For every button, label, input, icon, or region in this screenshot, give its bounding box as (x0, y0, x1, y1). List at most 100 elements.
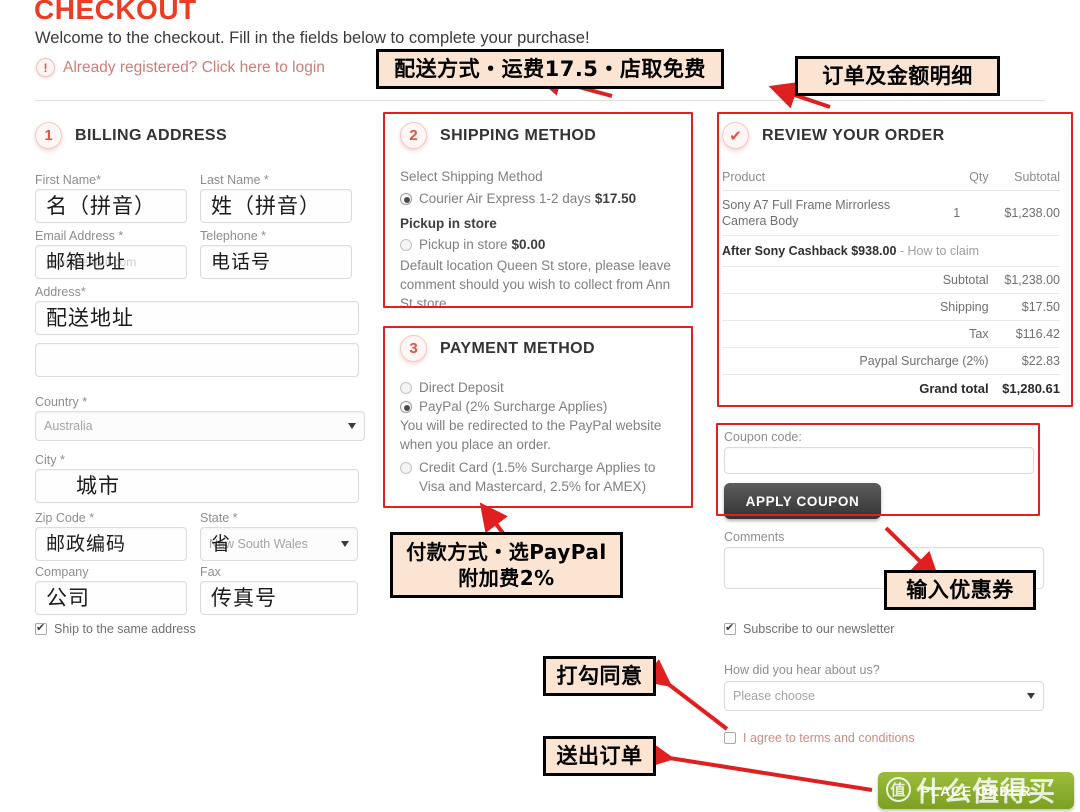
tax-value: $116.42 (988, 320, 1060, 348)
courier-radio[interactable] (400, 192, 412, 205)
billing-step-header: 1 BILLING ADDRESS (35, 122, 365, 149)
payment-option-credit-card[interactable]: Credit Card (1.5% Surcharge Applies to V… (400, 458, 680, 496)
zip-label: Zip Code * (35, 511, 95, 525)
annotation-order: 订单及金额明细 (795, 56, 1000, 96)
hear-about-section: How did you hear about us? Please choose (724, 663, 1044, 711)
last-name-input[interactable]: 姓（拼音） (200, 189, 352, 223)
hear-about-value: Please choose (733, 689, 816, 703)
cashback-link[interactable]: - How to claim (900, 244, 979, 258)
table-header-row: Product Qty Subtotal (722, 163, 1060, 191)
zip-input[interactable]: 邮政编码 (35, 527, 187, 561)
header-divider (35, 100, 1045, 101)
ship-same-address-checkbox[interactable] (35, 621, 47, 635)
total-row: Shipping $17.50 (722, 293, 1060, 321)
fax-label: Fax (200, 565, 221, 579)
country-label: Country * (35, 395, 88, 409)
terms-checkbox[interactable] (724, 732, 736, 744)
step-number-2: 2 (400, 122, 427, 149)
fax-input[interactable]: 传真号 (200, 581, 358, 615)
hear-about-select[interactable]: Please choose (724, 681, 1044, 711)
pickup-price: $0.00 (511, 237, 546, 252)
shipping-option-pickup[interactable]: Pickup in store $0.00 (400, 237, 678, 252)
telephone-value: 电话号 (211, 251, 272, 273)
col-qty: Qty (924, 163, 989, 191)
annotation-submit: 送出订单 (543, 736, 656, 776)
first-name-input[interactable]: 名（拼音） (35, 189, 187, 223)
site-watermark: 值 什么值得买 (886, 770, 1056, 809)
coupon-section: Coupon code: APPLY COUPON (724, 430, 1042, 519)
coupon-label: Coupon code: (724, 430, 802, 444)
chevron-down-icon (348, 423, 356, 429)
subtotal-label: Subtotal (722, 266, 989, 294)
annotation-coupon: 输入优惠券 (884, 570, 1036, 610)
telephone-input[interactable]: 电话号 (200, 245, 352, 279)
newsletter-label: Subscribe to our newsletter (743, 622, 895, 636)
coupon-input[interactable] (724, 447, 1034, 474)
checkout-page: CHECKOUT Welcome to the checkout. Fill i… (0, 0, 1080, 812)
payment-option-direct-deposit[interactable]: Direct Deposit (400, 380, 680, 395)
country-value: Australia (44, 419, 93, 433)
direct-deposit-label: Direct Deposit (419, 380, 504, 395)
total-row: Paypal Surcharge (2%) $22.83 (722, 347, 1060, 375)
item-product: Sony A7 Full Frame Mirrorless Camera Bod… (722, 190, 925, 236)
company-label: Company (35, 565, 89, 579)
login-prompt[interactable]: ! Already registered? Click here to logi… (36, 58, 325, 77)
welcome-text: Welcome to the checkout. Fill in the fie… (35, 29, 590, 47)
zip-value: 邮政编码 (46, 533, 127, 555)
courier-price: $17.50 (594, 191, 637, 206)
paypal-radio[interactable] (400, 400, 412, 413)
order-summary-table: Product Qty Subtotal Sony A7 Full Frame … (722, 163, 1060, 402)
annotation-agree: 打勾同意 (543, 656, 656, 696)
country-select[interactable]: Australia (35, 411, 365, 441)
grand-total-label: Grand total (919, 381, 989, 396)
address-label: Address* (35, 285, 86, 299)
shipping-title: SHIPPING METHOD (440, 126, 597, 144)
direct-deposit-radio[interactable] (400, 381, 412, 394)
review-order-section: ✔ REVIEW YOUR ORDER Product Qty Subtotal… (722, 122, 1060, 402)
terms-row[interactable]: I agree to terms and conditions (724, 731, 915, 745)
newsletter-checkbox[interactable] (724, 621, 736, 635)
exclamation-icon: ! (36, 58, 55, 77)
email-input[interactable]: your@email.com 邮箱地址 (35, 245, 187, 279)
surcharge-label: Paypal Surcharge (2%) (722, 347, 989, 375)
state-label: State * (200, 511, 238, 525)
company-input[interactable]: 公司 (35, 581, 187, 615)
last-name-label: Last Name * (200, 173, 269, 187)
page-title: CHECKOUT (34, 0, 197, 25)
payment-option-paypal[interactable]: PayPal (2% Surcharge Applies) (400, 399, 680, 414)
login-link[interactable]: Already registered? Click here to login (63, 59, 325, 77)
newsletter-row[interactable]: Subscribe to our newsletter (724, 621, 895, 636)
telephone-label: Telephone * (200, 229, 267, 243)
grand-total-value: $1,280.61 (1002, 381, 1060, 396)
courier-label: Courier Air Express 1-2 days (419, 191, 591, 206)
credit-card-label: Credit Card (1.5% Surcharge Applies to V… (419, 460, 656, 494)
shipping-option-courier[interactable]: Courier Air Express 1-2 days $17.50 (400, 191, 678, 206)
col-product: Product (722, 163, 925, 191)
surcharge-value: $22.83 (988, 347, 1060, 375)
credit-card-radio[interactable] (400, 462, 412, 474)
address-line2-input[interactable] (35, 343, 359, 377)
apply-coupon-button[interactable]: APPLY COUPON (724, 483, 881, 519)
cashback-amount: $938.00 (851, 244, 897, 258)
address-value: 配送地址 (46, 306, 134, 330)
review-title: REVIEW YOUR ORDER (762, 126, 945, 144)
billing-title: BILLING ADDRESS (75, 126, 228, 144)
email-label: Email Address * (35, 229, 124, 243)
pickup-heading: Pickup in store (400, 216, 497, 231)
first-name-label: First Name* (35, 173, 101, 187)
city-value: 城市 (76, 474, 120, 498)
comments-label: Comments (724, 530, 785, 544)
city-input[interactable]: 城市 (35, 469, 359, 503)
state-select[interactable]: New South Wales 省 (200, 527, 358, 561)
email-value: 邮箱地址 (46, 251, 127, 273)
annotation-shipping: 配送方式・运费17.5・店取免费 (376, 49, 724, 89)
shipping-step-header: 2 SHIPPING METHOD (400, 122, 678, 149)
ship-same-address-row[interactable]: Ship to the same address (35, 621, 365, 636)
chevron-down-icon (341, 541, 349, 547)
company-value: 公司 (46, 586, 90, 610)
pickup-radio[interactable] (400, 238, 412, 251)
address-line1-input[interactable]: 配送地址 (35, 301, 359, 335)
fax-value: 传真号 (211, 586, 277, 610)
table-row: Sony A7 Full Frame Mirrorless Camera Bod… (722, 190, 1060, 236)
pickup-note: Default location Queen St store, please … (400, 258, 671, 311)
